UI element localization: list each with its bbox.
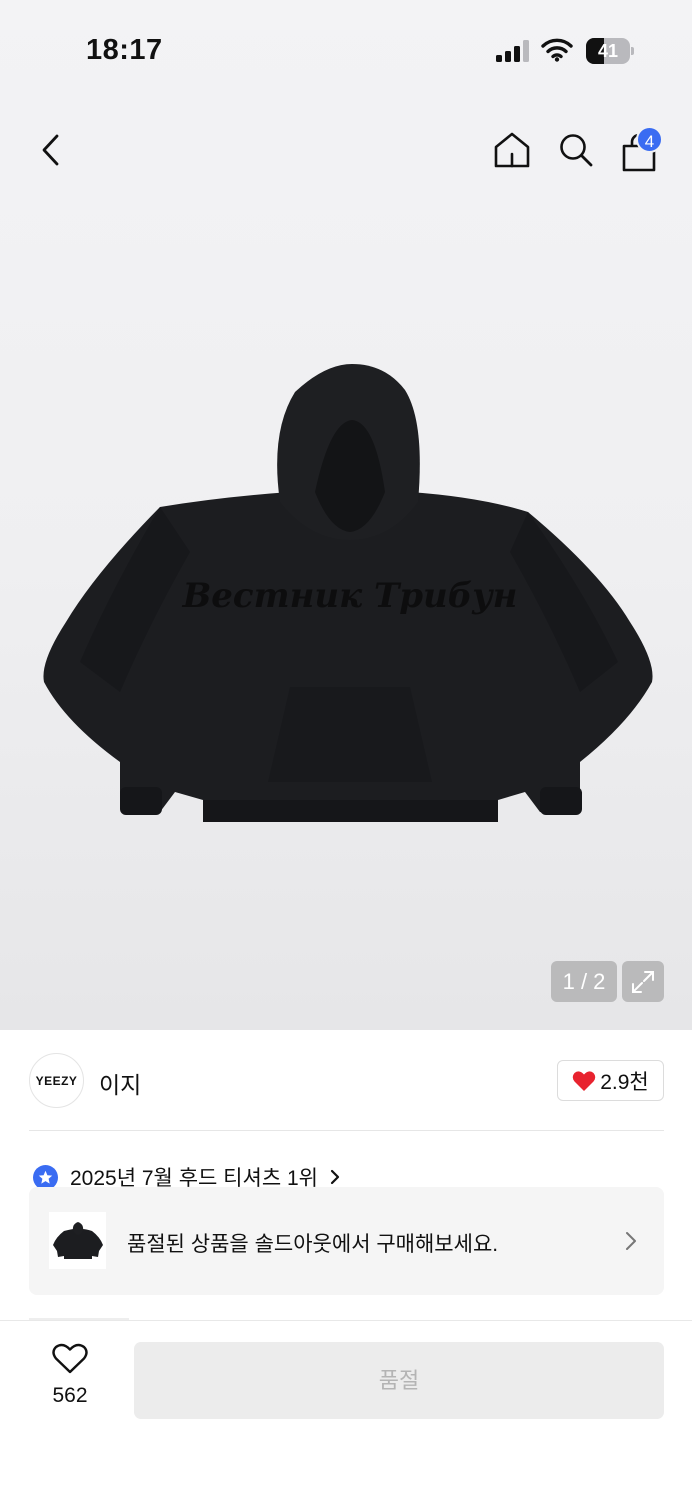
home-button[interactable]	[490, 128, 534, 172]
hoodie-print-text: Вестник Трибун	[182, 576, 518, 616]
expand-icon	[632, 970, 654, 993]
search-icon	[560, 134, 593, 167]
divider	[0, 1320, 692, 1321]
expand-image-button[interactable]	[622, 961, 664, 1002]
product-image-area[interactable]: 18:17 41 4 Вестник Трибун 1 / 2	[0, 0, 692, 1030]
home-icon	[494, 132, 530, 168]
cart-button[interactable]: 4	[617, 126, 665, 174]
chevron-right-icon	[626, 1232, 636, 1250]
heart-outline-icon	[52, 1343, 88, 1374]
back-icon	[42, 134, 59, 166]
brand-like-count: 2.9천	[600, 1070, 649, 1094]
cellular-signal-icon	[496, 40, 529, 62]
cart-count-badge: 4	[636, 126, 663, 153]
product-detail-page: 18:17 41 4 Вестник Трибун 1 / 2 YEEZY 이지…	[0, 0, 692, 1500]
soldout-thumbnail	[49, 1212, 106, 1269]
product-photo-hoodie[interactable]: Вестник Трибун	[40, 362, 656, 827]
back-button[interactable]	[30, 128, 70, 172]
wifi-icon	[541, 38, 573, 62]
star-badge-icon	[33, 1164, 58, 1190]
search-button[interactable]	[554, 128, 598, 172]
soldout-banner[interactable]: 품절된 상품을 솔드아웃에서 구매해보세요.	[29, 1187, 664, 1295]
wishlist-button[interactable]: 562	[40, 1343, 100, 1413]
heart-icon	[572, 1070, 596, 1091]
status-time: 18:17	[86, 34, 163, 66]
chevron-right-icon	[330, 1169, 340, 1185]
brand-name[interactable]: 이지	[99, 1066, 141, 1100]
wishlist-count: 562	[52, 1384, 88, 1407]
battery-indicator: 41	[586, 38, 634, 64]
brand-logo-text: YEEZY	[35, 1073, 78, 1088]
soldout-buy-button[interactable]: 품절	[134, 1342, 664, 1419]
soldout-banner-text: 품절된 상품을 솔드아웃에서 구매해보세요.	[127, 1233, 499, 1256]
image-counter: 1 / 2	[551, 961, 617, 1002]
brand-like-button[interactable]: 2.9천	[557, 1060, 664, 1101]
brand-logo[interactable]: YEEZY	[29, 1053, 84, 1108]
divider	[29, 1130, 664, 1131]
